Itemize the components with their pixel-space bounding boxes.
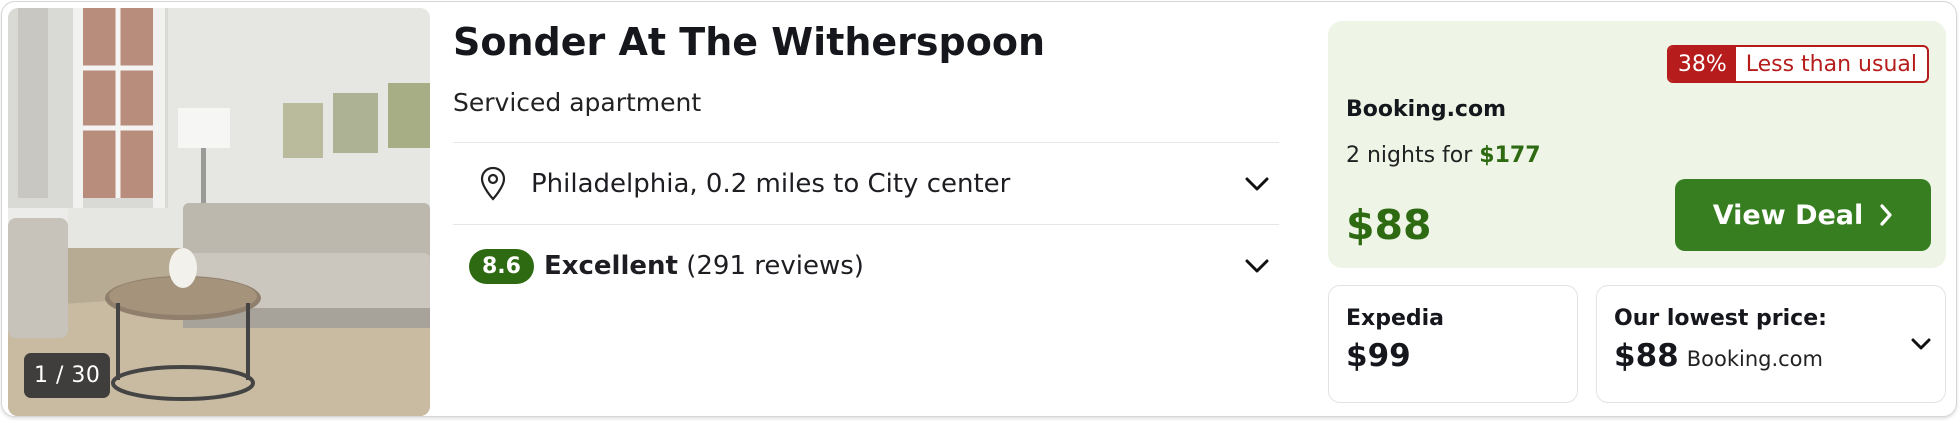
review-score-badge: 8.6	[469, 248, 534, 284]
hotel-result-card[interactable]: 1 / 30 Sonder At The Witherspoon Service…	[1, 1, 1957, 417]
location-text: Philadelphia, 0.2 miles to City center	[531, 169, 1011, 199]
discount-percent: 38%	[1668, 47, 1736, 81]
alt-provider: Expedia	[1346, 306, 1445, 331]
chevron-down-icon[interactable]	[1245, 258, 1269, 274]
alt-deal-expedia[interactable]: Expedia $99	[1328, 285, 1578, 403]
lowest-price-box[interactable]: Our lowest price: $88 Booking.com	[1596, 285, 1946, 403]
lowest-price-label: Our lowest price:	[1614, 306, 1827, 331]
location-pin-icon	[473, 164, 513, 204]
photo-counter: 1 / 30	[24, 353, 111, 398]
hotel-name[interactable]: Sonder At The Witherspoon	[453, 20, 1045, 64]
divider	[453, 224, 1279, 225]
nights-total: $177	[1479, 143, 1541, 168]
chevron-down-icon[interactable]	[1245, 176, 1269, 192]
review-count: (291 reviews)	[686, 251, 864, 281]
view-deal-button[interactable]: View Deal	[1675, 179, 1931, 251]
nights-prefix: 2 nights for	[1346, 143, 1473, 168]
property-type: Serviced apartment	[453, 88, 702, 117]
divider	[453, 142, 1279, 143]
best-deal-panel[interactable]: 38% Less than usual Booking.com 2 nights…	[1328, 21, 1946, 268]
lowest-price-value: $88 Booking.com	[1614, 338, 1823, 374]
nightly-price: $88	[1346, 201, 1432, 249]
lowest-provider: Booking.com	[1686, 347, 1823, 371]
deal-provider: Booking.com	[1346, 97, 1507, 122]
stay-total: 2 nights for $177	[1346, 143, 1541, 168]
hotel-photo[interactable]: 1 / 30	[8, 8, 430, 416]
discount-message: Less than usual	[1745, 51, 1917, 77]
price-drop-badge: 38% Less than usual	[1666, 45, 1929, 83]
lowest-price: $88	[1614, 338, 1679, 374]
chevron-right-icon	[1879, 203, 1893, 227]
alt-price: $99	[1346, 338, 1411, 374]
rating-label: Excellent	[543, 251, 678, 281]
chevron-down-icon[interactable]	[1911, 336, 1931, 350]
location-row[interactable]: Philadelphia, 0.2 miles to City center	[453, 144, 1279, 224]
rating-summary: Excellent (291 reviews)	[544, 251, 864, 281]
rating-row[interactable]: 8.6 Excellent (291 reviews)	[453, 226, 1279, 306]
view-deal-label: View Deal	[1712, 199, 1864, 231]
